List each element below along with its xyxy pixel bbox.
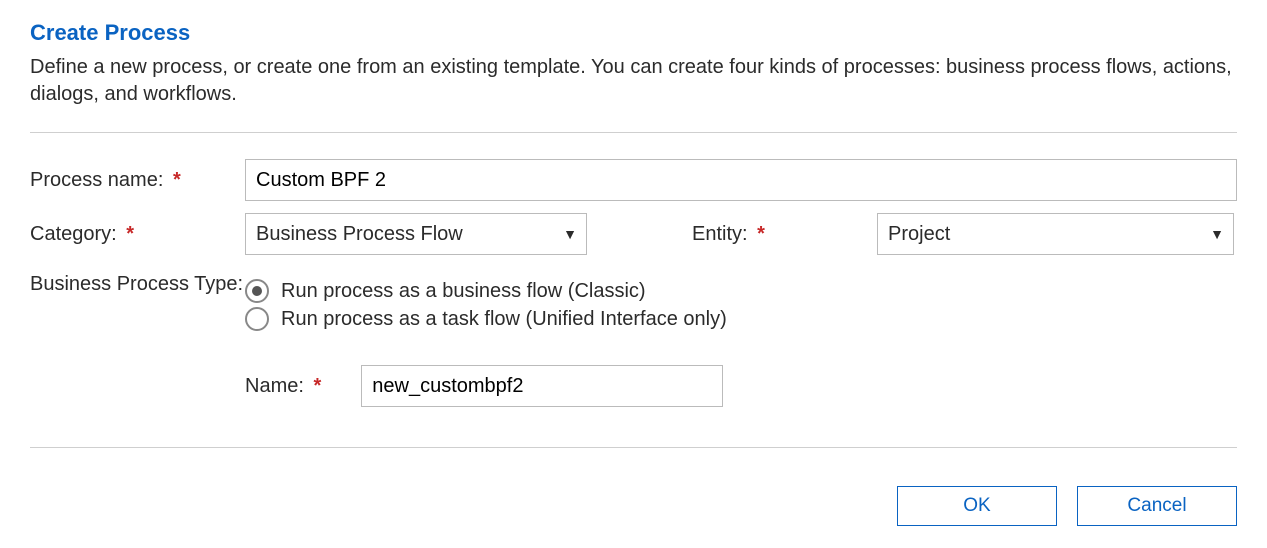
process-name-label-text: Process name:: [30, 169, 163, 191]
entity-select[interactable]: Project ▼: [877, 213, 1234, 255]
cancel-button[interactable]: Cancel: [1077, 486, 1237, 526]
divider-top: [30, 132, 1237, 133]
radio-bpf-classic-label: Run process as a business flow (Classic): [281, 280, 646, 303]
process-name-label: Process name: *: [30, 169, 245, 192]
radio-bpf-classic[interactable]: [245, 279, 269, 303]
name-label: Name: *: [245, 375, 331, 398]
business-process-type-label: Business Process Type:: [30, 271, 245, 296]
radio-task-flow-label: Run process as a task flow (Unified Inte…: [281, 308, 727, 331]
category-label-text: Category:: [30, 223, 117, 245]
entity-label-text: Entity:: [692, 223, 748, 245]
category-select[interactable]: Business Process Flow ▼: [245, 213, 587, 255]
required-asterisk-icon: *: [753, 223, 765, 245]
entity-label: Entity: *: [692, 223, 787, 246]
entity-select-value[interactable]: Project: [877, 213, 1234, 255]
name-input[interactable]: [361, 365, 723, 407]
category-select-value[interactable]: Business Process Flow: [245, 213, 587, 255]
dialog-subtitle: Define a new process, or create one from…: [30, 46, 1237, 108]
required-asterisk-icon: *: [309, 375, 321, 397]
ok-button[interactable]: OK: [897, 486, 1057, 526]
business-process-type-label-text: Business Process Type:: [30, 273, 243, 295]
radio-task-flow[interactable]: [245, 307, 269, 331]
process-name-input[interactable]: [245, 159, 1237, 201]
required-asterisk-icon: *: [169, 169, 181, 191]
category-label: Category: *: [30, 223, 245, 246]
business-process-type-group: Run process as a business flow (Classic)…: [245, 271, 727, 339]
dialog-title: Create Process: [30, 0, 1237, 46]
radio-selected-dot-icon: [252, 286, 262, 296]
required-asterisk-icon: *: [122, 223, 134, 245]
name-label-text: Name:: [245, 375, 304, 397]
divider-bottom: [30, 447, 1237, 448]
